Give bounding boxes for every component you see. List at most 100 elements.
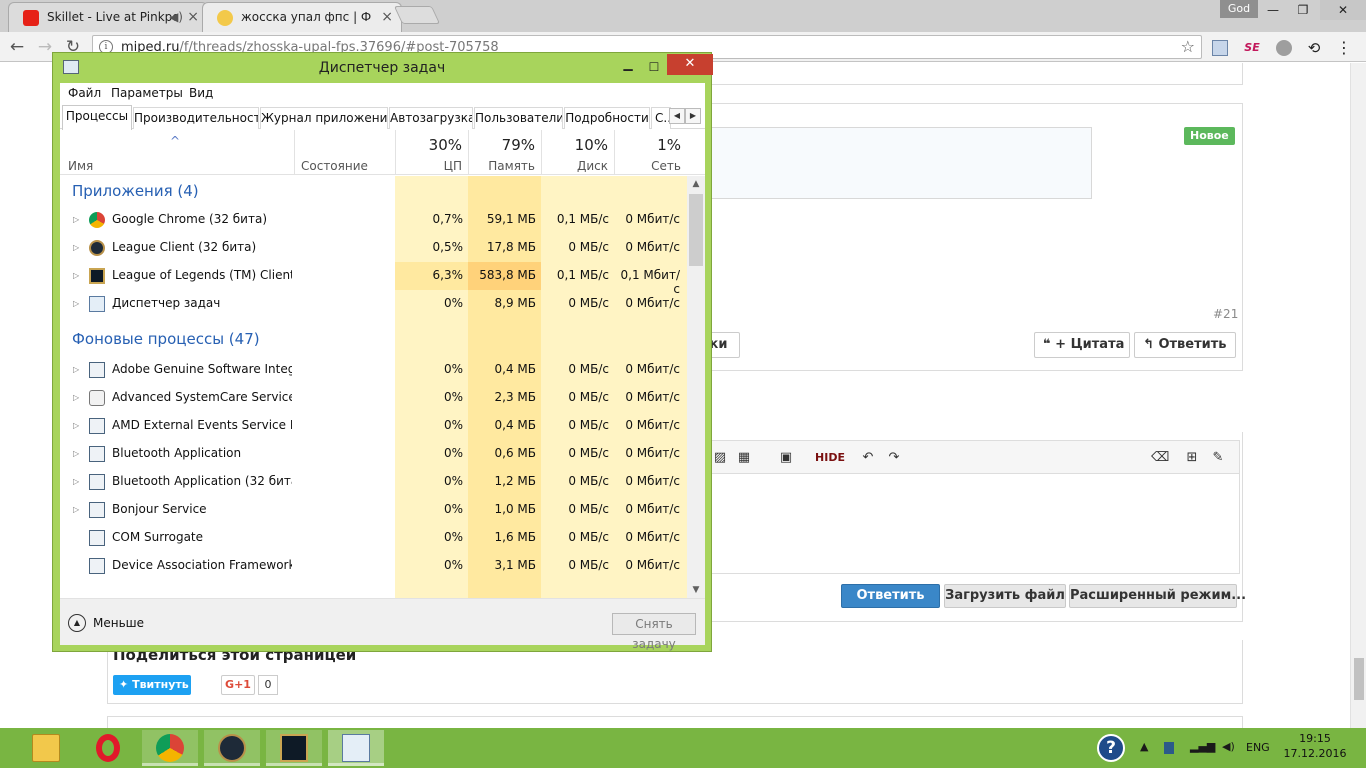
media-icon[interactable]: ▦ bbox=[735, 449, 753, 467]
close-icon[interactable]: × bbox=[187, 3, 199, 31]
post-number[interactable]: #21 bbox=[1213, 307, 1238, 321]
end-task-button[interactable]: Снять задачу bbox=[612, 613, 696, 651]
tray-device-icon[interactable] bbox=[1164, 742, 1174, 754]
column-disk-header[interactable]: 10% Диск bbox=[541, 130, 614, 175]
page-scrollbar[interactable] bbox=[1350, 63, 1366, 729]
submit-reply-button[interactable]: Ответить bbox=[841, 584, 940, 608]
process-row[interactable]: ▷ League of Legends (TM) Client (... 6,3… bbox=[60, 262, 687, 296]
expand-arrow-icon[interactable]: ▷ bbox=[73, 299, 79, 308]
process-list-scrollbar[interactable]: ▲ ▼ bbox=[687, 176, 705, 598]
extension-globe-icon[interactable] bbox=[1276, 40, 1292, 56]
process-row[interactable]: ▷ Диспетчер задач 0% 8,9 МБ 0 МБ/с 0 Мби… bbox=[60, 290, 687, 318]
expand-arrow-icon[interactable]: ▷ bbox=[73, 421, 79, 430]
expand-arrow-icon[interactable]: ▷ bbox=[73, 243, 79, 252]
minimize-icon[interactable]: ▁ bbox=[615, 57, 641, 77]
page-scroll-thumb[interactable] bbox=[1354, 658, 1364, 700]
process-row[interactable]: COM Surrogate 0% 1,6 МБ 0 МБ/с 0 Мбит/с bbox=[60, 524, 687, 552]
extension-se-icon[interactable]: SE bbox=[1244, 40, 1260, 56]
fewer-details-link[interactable]: Меньше bbox=[93, 616, 144, 630]
task-manager-titlebar[interactable]: Диспетчер задач ▁ ☐ ✕ bbox=[53, 53, 713, 83]
image-icon[interactable]: ▨ bbox=[711, 449, 729, 467]
menu-view[interactable]: Вид bbox=[189, 86, 213, 100]
clock[interactable]: 19:15 17.12.2016 bbox=[1282, 731, 1348, 761]
gplus-button[interactable]: G+1 bbox=[221, 675, 255, 695]
editor-textarea[interactable] bbox=[700, 474, 1240, 574]
minimize-icon[interactable]: — bbox=[1258, 0, 1288, 20]
tab-details[interactable]: Подробности bbox=[564, 107, 650, 129]
hide-button[interactable]: HIDE bbox=[815, 449, 845, 467]
eraser-icon[interactable]: ⌫ bbox=[1151, 449, 1169, 467]
back-icon[interactable]: ← bbox=[6, 36, 28, 58]
taskbar-league-of-legends[interactable] bbox=[266, 730, 322, 766]
maximize-icon[interactable]: ☐ bbox=[641, 57, 667, 77]
column-memory-header[interactable]: 79% Память bbox=[468, 130, 541, 175]
profile-badge[interactable]: God bbox=[1220, 0, 1258, 18]
advanced-mode-button[interactable]: Расширенный режим... bbox=[1069, 584, 1246, 608]
expand-arrow-icon[interactable]: ▷ bbox=[73, 477, 79, 486]
tab-services[interactable]: С... bbox=[651, 107, 671, 129]
taskbar-explorer[interactable] bbox=[18, 730, 74, 766]
scroll-down-icon[interactable]: ▼ bbox=[687, 582, 705, 598]
wrench-icon[interactable]: ✎ bbox=[1209, 449, 1227, 467]
chevron-up-icon[interactable]: ▲ bbox=[68, 614, 86, 632]
taskbar-opera[interactable] bbox=[80, 730, 136, 766]
process-row[interactable]: ▷ Adobe Genuine Software Integri... 0% 0… bbox=[60, 356, 687, 384]
audio-icon[interactable]: ◀) bbox=[169, 3, 183, 31]
process-row[interactable]: ▷ Bluetooth Application 0% 0,6 МБ 0 МБ/с… bbox=[60, 440, 687, 468]
expand-icon[interactable]: ⊞ bbox=[1183, 449, 1201, 467]
taskbar-task-manager[interactable] bbox=[328, 730, 384, 766]
close-icon[interactable]: × bbox=[381, 3, 393, 31]
expand-arrow-icon[interactable]: ▷ bbox=[73, 215, 79, 224]
column-state-header[interactable]: Состояние bbox=[294, 130, 395, 175]
process-row[interactable]: Device Association Framework ... 0% 3,1 … bbox=[60, 552, 687, 580]
reply-button[interactable]: ↰ Ответить bbox=[1134, 332, 1236, 358]
browser-tab-forum[interactable]: жосска упал фпс | Форум × bbox=[202, 2, 402, 32]
tab-users[interactable]: Пользователи bbox=[474, 107, 563, 129]
undo-icon[interactable]: ↶ bbox=[859, 449, 877, 467]
menu-options[interactable]: Параметры bbox=[111, 86, 183, 100]
group-header-apps[interactable]: Приложения (4) bbox=[60, 176, 687, 206]
save-icon[interactable]: ▣ bbox=[777, 449, 795, 467]
close-window-icon[interactable]: ✕ bbox=[1320, 0, 1366, 20]
tab-processes[interactable]: Процессы bbox=[62, 105, 132, 130]
menu-file[interactable]: Файл bbox=[68, 86, 101, 100]
tab-scroll-right-icon[interactable]: ▶ bbox=[685, 108, 701, 124]
browser-tab-skillet[interactable]: Skillet - Live at Pinkpop ◀) × bbox=[8, 2, 208, 32]
process-row[interactable]: ▷ Google Chrome (32 бита) 0,7% 59,1 МБ 0… bbox=[60, 206, 687, 234]
extension-monitor-icon[interactable] bbox=[1212, 40, 1228, 56]
tab-app-history[interactable]: Журнал приложений bbox=[260, 107, 388, 129]
process-row[interactable]: ▷ League Client (32 бита) 0,5% 17,8 МБ 0… bbox=[60, 234, 687, 262]
menu-icon[interactable]: ⋮ bbox=[1336, 40, 1352, 56]
expand-arrow-icon[interactable]: ▷ bbox=[73, 505, 79, 514]
process-row[interactable]: ▷ Bonjour Service 0% 1,0 МБ 0 МБ/с 0 Мби… bbox=[60, 496, 687, 524]
new-tab-button[interactable] bbox=[393, 6, 441, 24]
process-list-scroll-thumb[interactable] bbox=[689, 194, 703, 266]
column-network-header[interactable]: 1% Сеть bbox=[614, 130, 687, 175]
tweet-button[interactable]: ✦ Твитнуть bbox=[113, 675, 191, 695]
input-language[interactable]: ENG bbox=[1246, 741, 1270, 754]
group-header-background[interactable]: Фоновые процессы (47) bbox=[60, 318, 687, 356]
expand-arrow-icon[interactable]: ▷ bbox=[73, 393, 79, 402]
column-cpu-header[interactable]: 30% ЦП bbox=[395, 130, 468, 175]
extension-sync-icon[interactable]: ⟲ bbox=[1306, 40, 1322, 56]
close-icon[interactable]: ✕ bbox=[667, 54, 713, 75]
process-row[interactable]: ▷ Bluetooth Application (32 бита) 0% 1,2… bbox=[60, 468, 687, 496]
process-row[interactable]: ▷ Advanced SystemCare Service (... 0% 2,… bbox=[60, 384, 687, 412]
scroll-up-icon[interactable]: ▲ bbox=[687, 176, 705, 192]
expand-arrow-icon[interactable]: ▷ bbox=[73, 449, 79, 458]
tab-performance[interactable]: Производительность bbox=[133, 107, 259, 129]
tab-scroll-left-icon[interactable]: ◀ bbox=[669, 108, 685, 124]
restore-icon[interactable]: ❐ bbox=[1288, 0, 1318, 20]
bookmark-star-icon[interactable]: ☆ bbox=[1181, 37, 1195, 56]
tab-startup[interactable]: Автозагрузка bbox=[389, 107, 473, 129]
expand-arrow-icon[interactable]: ▷ bbox=[73, 365, 79, 374]
process-row[interactable]: ▷ AMD External Events Service Mo... 0% 0… bbox=[60, 412, 687, 440]
taskbar-league-client[interactable] bbox=[204, 730, 260, 766]
tray-expand-icon[interactable]: ▲ bbox=[1140, 740, 1148, 753]
volume-icon[interactable]: ◀) bbox=[1222, 740, 1235, 753]
taskbar-chrome[interactable] bbox=[142, 730, 198, 766]
network-signal-icon[interactable]: ▂▄▆ bbox=[1190, 740, 1215, 753]
column-name[interactable]: Имя bbox=[68, 159, 93, 173]
expand-arrow-icon[interactable]: ▷ bbox=[73, 271, 79, 280]
help-icon[interactable]: ? bbox=[1097, 734, 1125, 762]
